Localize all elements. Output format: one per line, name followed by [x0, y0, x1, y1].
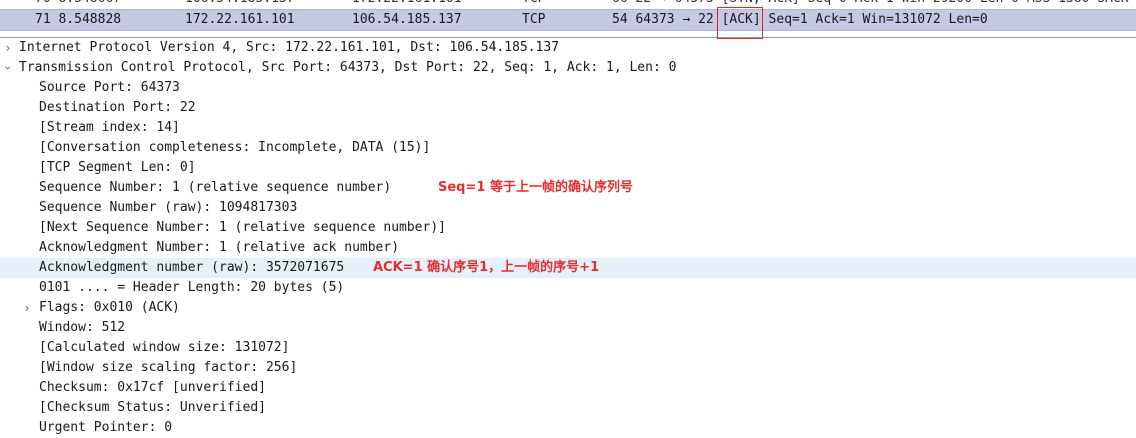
field-sequence-number[interactable]: Sequence Number: 1 (relative sequence nu… [0, 178, 1136, 198]
packet-protocol: TCP [522, 12, 546, 27]
field-text: Checksum: 0x17cf [unverified] [39, 380, 266, 395]
field-text: Acknowledgment number (raw): 3572071675 [39, 260, 345, 275]
field-text: Flags: 0x010 (ACK) [39, 300, 180, 315]
field-destination-port[interactable]: Destination Port: 22 [0, 98, 1136, 118]
field-text: [TCP Segment Len: 0] [39, 160, 196, 175]
packet-details-tree: › Internet Protocol Version 4, Src: 172.… [0, 38, 1136, 435]
field-window[interactable]: Window: 512 [0, 318, 1136, 338]
field-text: [Stream index: 14] [39, 120, 180, 135]
field-text: Urgent Pointer: 0 [39, 420, 173, 435]
field-ack-number[interactable]: Acknowledgment Number: 1 (relative ack n… [0, 238, 1136, 258]
field-text: [Window size scaling factor: 256] [39, 360, 298, 375]
chevron-down-icon[interactable]: › [0, 62, 18, 74]
field-sequence-number-raw[interactable]: Sequence Number (raw): 1094817303 [0, 198, 1136, 218]
field-text: Window: 512 [39, 320, 126, 335]
packet-row-71-selected[interactable]: 71 8.548828 172.22.161.101 106.54.185.13… [0, 9, 1136, 31]
packet-info-ack-flag: [ACK] [721, 12, 761, 27]
field-stream-index[interactable]: [Stream index: 14] [0, 118, 1136, 138]
packet-destination: 106.54.185.137 [352, 12, 462, 27]
field-text: Sequence Number: 1 (relative sequence nu… [39, 180, 392, 195]
tree-node-label: Internet Protocol Version 4, Src: 172.22… [19, 40, 560, 55]
field-text: Sequence Number (raw): 1094817303 [39, 200, 298, 215]
packet-row-70[interactable]: 70 8.548667 106.54.185.137 172.22.161.10… [0, 0, 1136, 9]
field-text: [Conversation completeness: Incomplete, … [39, 140, 431, 155]
field-text: [Calculated window size: 131072] [39, 340, 290, 355]
packet-list: 70 8.548667 106.54.185.137 172.22.161.10… [0, 0, 1136, 38]
packet-source: 172.22.161.101 [185, 12, 295, 27]
packet-info-prefix: 54 64373 → 22 [612, 12, 714, 27]
field-text: Source Port: 64373 [39, 80, 180, 95]
field-next-sequence-number[interactable]: [Next Sequence Number: 1 (relative seque… [0, 218, 1136, 238]
packet-source: 106.54.185.137 [185, 0, 295, 9]
tree-node-tcp[interactable]: › Transmission Control Protocol, Src Por… [0, 58, 1136, 78]
field-header-length[interactable]: 0101 .... = Header Length: 20 bytes (5) [0, 278, 1136, 298]
packet-no-time: 71 8.548828 [35, 12, 122, 27]
field-calculated-window-size[interactable]: [Calculated window size: 131072] [0, 338, 1136, 358]
packet-no-time: 70 8.548667 [35, 0, 145, 9]
field-text: 0101 .... = Header Length: 20 bytes (5) [39, 280, 345, 295]
field-ack-number-raw[interactable]: Acknowledgment number (raw): 3572071675 … [0, 258, 1136, 278]
field-checksum-status[interactable]: [Checksum Status: Unverified] [0, 398, 1136, 418]
field-checksum[interactable]: Checksum: 0x17cf [unverified] [0, 378, 1136, 398]
tree-node-label: Transmission Control Protocol, Src Port:… [19, 60, 677, 75]
packet-info: 54 64373 → 22 [ACK] Seq=1 Ack=1 Win=1310… [612, 10, 988, 30]
tree-node-ipv4[interactable]: › Internet Protocol Version 4, Src: 172.… [0, 38, 1136, 58]
field-text: Destination Port: 22 [39, 100, 196, 115]
field-conversation-completeness[interactable]: [Conversation completeness: Incomplete, … [0, 138, 1136, 158]
field-source-port[interactable]: Source Port: 64373 [0, 78, 1136, 98]
chevron-right-icon[interactable]: › [21, 298, 33, 318]
field-text: [Checksum Status: Unverified] [39, 400, 266, 415]
ack-annotation: ACK=1 确认序号1，上一帧的序号+1 [373, 260, 600, 275]
chevron-right-icon[interactable]: › [2, 38, 14, 58]
field-text: Acknowledgment Number: 1 (relative ack n… [39, 240, 400, 255]
field-urgent-pointer[interactable]: Urgent Pointer: 0 [0, 418, 1136, 438]
field-segment-len[interactable]: [TCP Segment Len: 0] [0, 158, 1136, 178]
field-window-scaling-factor[interactable]: [Window size scaling factor: 256] [0, 358, 1136, 378]
field-text: [Next Sequence Number: 1 (relative seque… [39, 220, 446, 235]
packet-protocol: TCP [522, 0, 545, 9]
seq-annotation: Seq=1 等于上一帧的确认序列号 [438, 180, 633, 195]
packet-destination: 172.22.161.101 [352, 0, 462, 9]
tree-node-flags[interactable]: › Flags: 0x010 (ACK) [0, 298, 1136, 318]
packet-info: 66 22 → 64373 [SYN, ACK] Seq=0 Ack=1 Win… [612, 0, 1129, 9]
packet-info-suffix: Seq=1 Ack=1 Win=131072 Len=0 [768, 12, 988, 27]
